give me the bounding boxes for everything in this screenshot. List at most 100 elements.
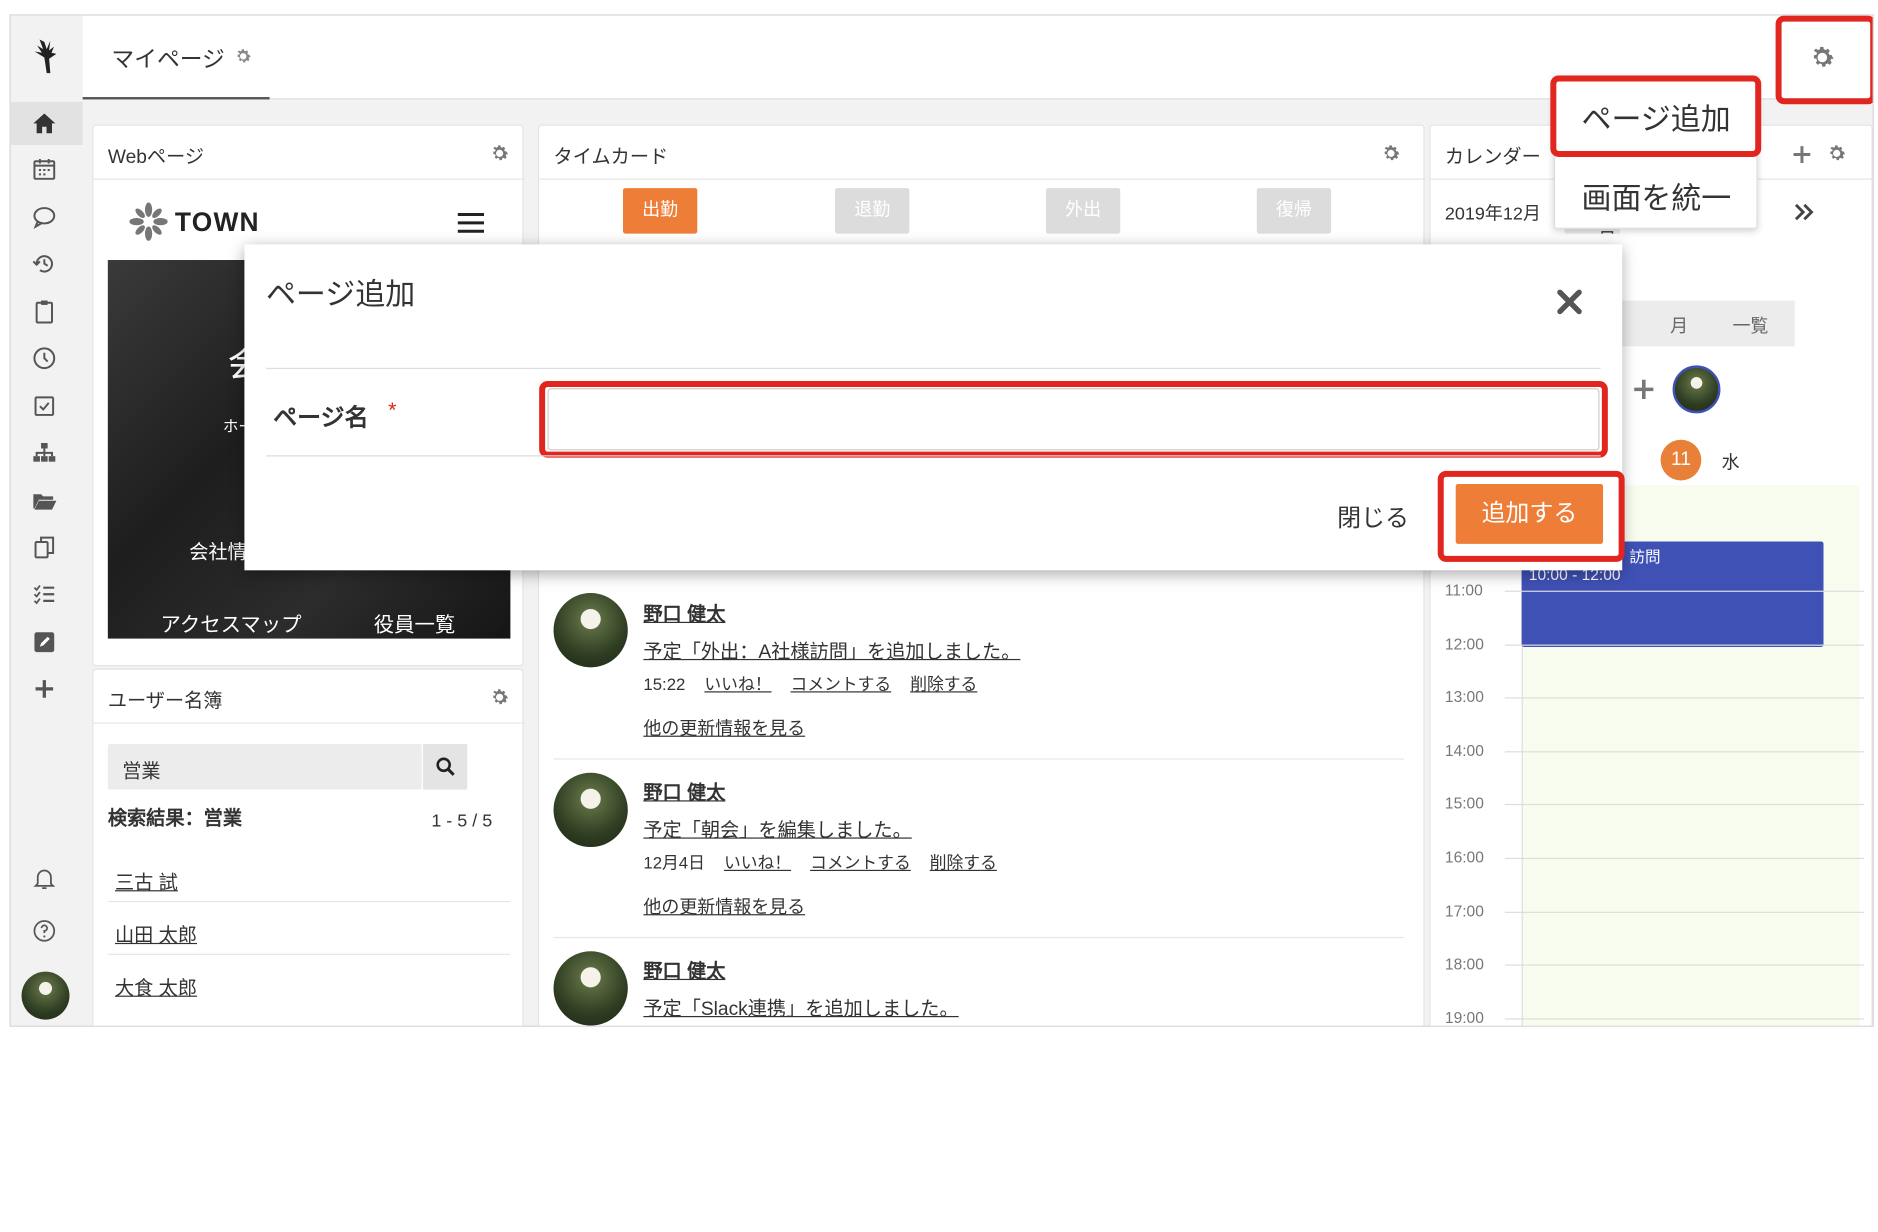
feed-text[interactable]: 予定「朝会」を編集しました。 [643,814,911,843]
search-button[interactable] [421,744,468,790]
event-title: 訪問 [1629,547,1661,566]
return-button[interactable]: 復帰 [1256,188,1332,234]
highlight-box [539,380,1608,458]
feed-time: 12月4日 [643,853,705,873]
edit-icon[interactable] [31,629,57,655]
member-avatar[interactable] [1672,365,1721,414]
access-map-link[interactable]: アクセスマップ [161,607,302,637]
user-search-input[interactable]: 営業 [107,744,422,790]
gear-icon[interactable] [1826,143,1848,165]
org-chart-icon[interactable] [31,440,57,466]
history-icon[interactable] [31,250,57,276]
delete-link[interactable]: 削除する [930,853,997,872]
hour-label: 12:00 [1444,634,1484,653]
hour-line [1504,750,1865,753]
required-mark: * [388,397,397,422]
hour-line [1504,644,1865,646]
hour-line [1504,964,1865,966]
hour-line [1504,590,1865,592]
hour-label: 13:00 [1444,687,1484,706]
feed-text[interactable]: 予定「外出：A社様訪問」を追加しました。 [643,635,1020,664]
help-icon[interactable] [31,918,57,944]
panel-title: カレンダー [1444,147,1541,168]
more-updates-link[interactable]: 他の更新情報を見る [643,894,805,919]
app-window: マイページ Webページ TOWN 会 ホー 会社情 アクセスマップ 役員一覧 [9,14,1874,1027]
clipboard-icon[interactable] [31,298,57,324]
user-link[interactable]: 三古 試 [115,866,178,895]
plus-icon[interactable] [31,676,57,702]
like-link[interactable]: いいね！ [724,853,791,872]
add-event-icon[interactable] [1792,145,1811,164]
highlight-box [1437,470,1625,562]
view-list-button[interactable]: 一覧 [1732,313,1768,338]
home-icon[interactable] [10,101,83,145]
add-page-modal: ページ追加 ページ名 * 閉じる 追加する [244,244,1625,571]
feed-time: 15:22 [643,674,686,694]
hour-label: 15:00 [1444,794,1484,813]
view-switcher: 月 一覧 [1617,300,1795,347]
gear-icon[interactable] [234,47,253,66]
avatar[interactable] [553,772,628,848]
highlight-box [1775,15,1873,105]
gear-icon[interactable] [489,687,511,709]
menu-unify-screen[interactable]: 画面を統一 [1581,175,1731,218]
gear-icon[interactable] [1380,143,1402,165]
close-icon[interactable] [1555,288,1584,317]
panel-title: タイムカード [553,147,669,168]
search-value: 営業 [122,761,161,783]
clock-icon[interactable] [31,345,57,371]
feed-user-name[interactable]: 野口 健太 [643,598,725,627]
panel-title: ユーザー名簿 [107,691,223,712]
copy-icon[interactable] [31,534,57,560]
hour-label: 19:00 [1444,1008,1484,1027]
clock-in-button[interactable]: 出勤 [623,188,698,234]
avatar[interactable] [553,951,628,1026]
weekday-label: 水 [1721,452,1740,474]
hour-line [1504,1018,1865,1020]
comment-link[interactable]: コメントする [791,675,892,694]
calendar-icon[interactable] [31,156,57,182]
avatar[interactable] [21,971,70,1020]
add-member-icon[interactable] [1632,377,1656,401]
executives-link[interactable]: 役員一覧 [374,607,455,637]
tab-mypage[interactable]: マイページ [82,16,270,100]
bell-icon[interactable] [31,865,57,891]
delete-link[interactable]: 削除する [910,675,977,694]
modal-title: ページ追加 [265,277,416,312]
checkbox-icon[interactable] [31,393,57,419]
page-name-label: ページ名 [273,404,369,432]
like-link[interactable]: いいね！ [704,675,771,694]
highlight-box [1550,75,1762,157]
go-out-button[interactable]: 外出 [1045,188,1121,234]
gear-icon[interactable] [489,143,511,165]
more-updates-link[interactable]: 他の更新情報を見る [643,715,805,740]
feed-meta: 12月4日 いいね！ コメントする 削除する [643,851,1011,875]
feed-meta: 15:22 いいね！ コメントする 削除する [643,672,991,696]
last-icon[interactable] [1792,200,1816,224]
feed-user-name[interactable]: 野口 健太 [643,776,725,805]
avatar[interactable] [553,593,628,668]
hour-line [1504,804,1865,806]
feed-user-name[interactable]: 野口 健太 [643,955,725,984]
folder-icon[interactable] [31,488,57,514]
clock-out-button[interactable]: 退勤 [835,188,910,234]
user-link[interactable]: 大食 太郎 [115,972,197,1001]
hour-label: 18:00 [1444,955,1484,974]
chat-icon[interactable] [31,204,57,230]
close-button[interactable]: 閉じる [1337,498,1409,533]
company-info-link[interactable]: 会社情 [189,536,247,565]
hour-label: 16:00 [1444,848,1484,867]
user-link[interactable]: 山田 太郎 [115,919,197,948]
hamburger-icon[interactable] [457,212,485,234]
view-month-button[interactable]: 月 [1670,313,1688,338]
user-directory-panel: ユーザー名簿 営業 検索結果：営業 1 - 5 / 5 三古 試 山田 太郎 大… [92,668,525,1026]
checklist-icon[interactable] [31,581,57,607]
calendar-month: 2019年12月 [1444,203,1541,225]
result-count: 1 - 5 / 5 [431,811,493,832]
comment-link[interactable]: コメントする [810,853,911,872]
feed-text[interactable]: 予定「Slack連携」を追加しました。 [643,992,958,1021]
hour-label: 14:00 [1444,741,1484,760]
stag-icon[interactable] [30,37,64,75]
hour-label: 17:00 [1444,901,1484,920]
hour-line [1504,911,1865,913]
